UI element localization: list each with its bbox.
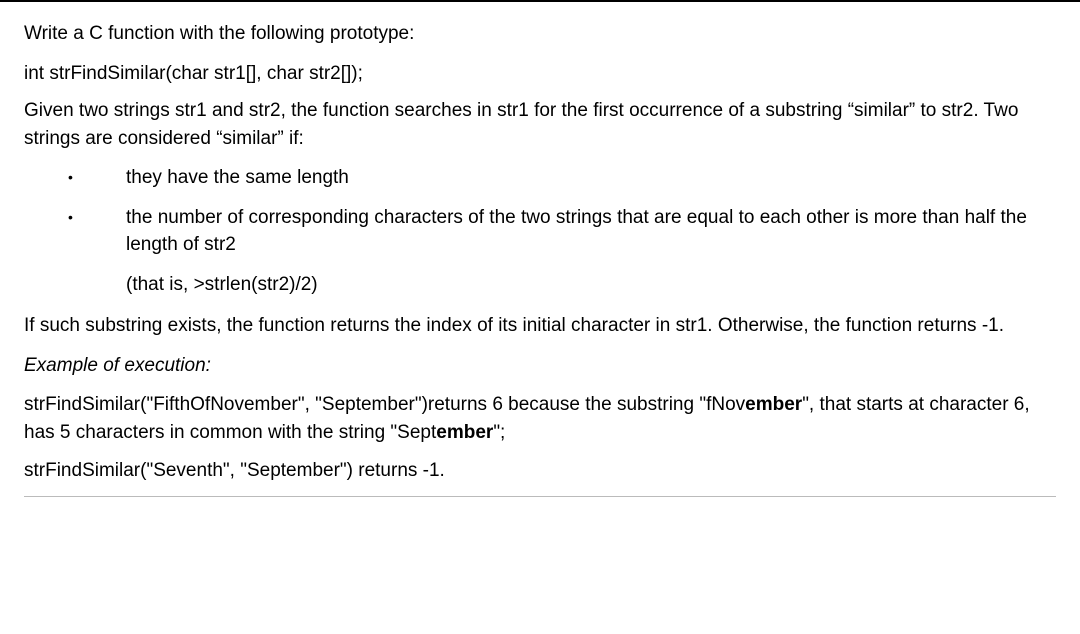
condition-matching-chars: the number of corresponding characters o… bbox=[24, 204, 1056, 259]
problem-statement: Write a C function with the following pr… bbox=[0, 0, 1080, 511]
example-heading: Example of execution: bbox=[24, 352, 1056, 380]
divider bbox=[24, 496, 1056, 497]
intro-text: Write a C function with the following pr… bbox=[24, 20, 1056, 48]
description: Given two strings str1 and str2, the fun… bbox=[24, 97, 1056, 152]
example-1: strFindSimilar("FifthOfNovember", "Septe… bbox=[24, 391, 1056, 446]
condition-formula: (that is, >strlen(str2)/2) bbox=[24, 271, 1056, 299]
example-1-part-3: "; bbox=[493, 422, 505, 443]
return-rule: If such substring exists, the function r… bbox=[24, 312, 1056, 340]
example-1-part-1: strFindSimilar("FifthOfNovember", "Septe… bbox=[24, 394, 745, 415]
example-2: strFindSimilar("Seventh", "September") r… bbox=[24, 457, 1056, 485]
example-1-bold-2: ember bbox=[436, 422, 493, 443]
function-prototype: int strFindSimilar(char str1[], char str… bbox=[24, 60, 1056, 88]
condition-same-length: they have the same length bbox=[24, 164, 1056, 192]
example-1-bold-1: ember bbox=[745, 394, 802, 415]
conditions-list: they have the same length the number of … bbox=[24, 164, 1056, 259]
